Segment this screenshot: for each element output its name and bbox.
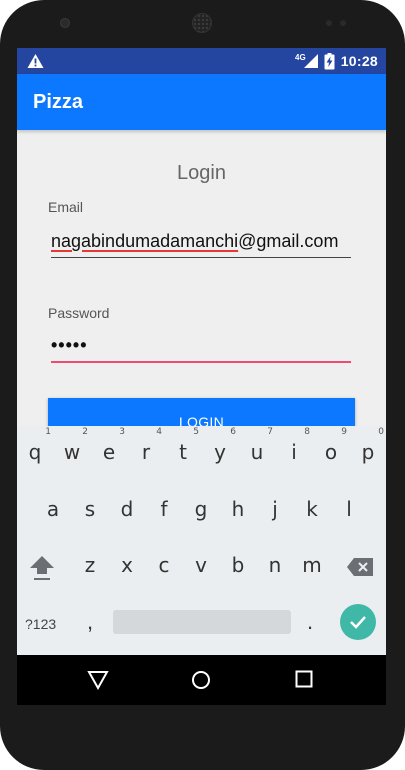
shift-icon[interactable] [27, 553, 57, 581]
key-label: i [291, 440, 297, 464]
key-m[interactable]: m [294, 553, 330, 577]
key-j[interactable]: j [257, 497, 293, 521]
space-key[interactable] [113, 610, 291, 634]
key-t[interactable]: 5t [165, 427, 201, 464]
key-c[interactable]: c [146, 553, 182, 577]
key-label: y [214, 440, 226, 464]
password-label: Password [48, 305, 110, 321]
backspace-icon[interactable] [347, 558, 373, 576]
key-label: o [324, 440, 338, 464]
phone-bezel-top [0, 0, 405, 48]
key-h[interactable]: h [220, 497, 256, 521]
soft-keyboard: 1q2w3e4r5t6y7u8i9o0p asdfghjkl zxcvbnm ?… [17, 426, 386, 656]
key-o[interactable]: 9o [313, 427, 349, 464]
key-y[interactable]: 6y [202, 427, 238, 464]
screen: 4G 10:28 Pizza Login Email nagabindumada… [17, 48, 386, 705]
app-title: Pizza [33, 91, 84, 113]
email-field[interactable]: nagabindumadamanchi@gmail.com [51, 231, 351, 258]
phone-frame: 4G 10:28 Pizza Login Email nagabindumada… [0, 0, 405, 770]
key-label: q [28, 440, 42, 464]
key-a[interactable]: a [35, 497, 71, 521]
app-bar: Pizza [17, 74, 386, 130]
email-text-misspelled: nagabindumadamanchi [51, 231, 239, 251]
key-d[interactable]: d [109, 497, 145, 521]
key-hint: 8 [304, 427, 310, 437]
key-u[interactable]: 7u [239, 427, 275, 464]
key-w[interactable]: 2w [54, 427, 90, 464]
key-r[interactable]: 4r [128, 427, 164, 464]
key-x[interactable]: x [109, 553, 145, 577]
recents-icon[interactable] [295, 670, 313, 688]
key-f[interactable]: f [146, 497, 182, 521]
key-hint: 4 [156, 427, 162, 437]
key-n[interactable]: n [257, 553, 293, 577]
key-hint: 6 [230, 427, 236, 437]
checkmark-icon [350, 616, 366, 629]
key-g[interactable]: g [183, 497, 219, 521]
back-icon[interactable] [87, 670, 109, 690]
battery-charging-icon [324, 52, 335, 69]
key-z[interactable]: z [72, 553, 108, 577]
status-clock: 10:28 [340, 53, 378, 69]
proximity-sensor [326, 20, 332, 26]
key-hint: 3 [119, 427, 125, 437]
earpiece-speaker [192, 13, 212, 33]
period-key[interactable]: . [307, 609, 313, 635]
front-camera [60, 18, 70, 28]
login-form: Login Email nagabindumadamanchi@gmail.co… [17, 130, 386, 438]
key-k[interactable]: k [294, 497, 330, 521]
key-s[interactable]: s [72, 497, 108, 521]
symbols-key[interactable]: ?123 [25, 616, 56, 632]
email-text-rest: @gmail.com [238, 231, 339, 251]
key-hint: 0 [378, 427, 384, 437]
key-hint: 7 [267, 427, 273, 437]
key-hint: 9 [341, 427, 347, 437]
key-label: r [141, 440, 151, 464]
network-type: 4G [295, 52, 306, 62]
status-indicators: 4G 10:28 [295, 48, 378, 74]
email-label: Email [48, 199, 84, 215]
key-hint: 5 [193, 427, 199, 437]
login-heading: Login [177, 162, 226, 184]
key-q[interactable]: 1q [17, 427, 53, 464]
password-field[interactable]: ••••• [51, 335, 351, 363]
status-bar: 4G 10:28 [17, 48, 386, 74]
key-label: e [102, 440, 116, 464]
key-hint: 1 [45, 427, 51, 437]
key-e[interactable]: 3e [91, 427, 127, 464]
key-p[interactable]: 0p [350, 427, 386, 464]
light-sensor [340, 20, 346, 26]
key-b[interactable]: b [220, 553, 256, 577]
key-label: p [361, 440, 375, 464]
home-icon[interactable] [191, 670, 211, 690]
key-l[interactable]: l [331, 497, 367, 521]
navigation-bar [17, 655, 386, 705]
key-hint: 2 [82, 427, 88, 437]
comma-key[interactable]: , [87, 609, 93, 635]
key-v[interactable]: v [183, 553, 219, 577]
done-key[interactable] [340, 604, 376, 640]
key-label: u [250, 440, 264, 464]
key-label: t [179, 440, 187, 464]
warning-icon [27, 54, 44, 68]
key-label: w [63, 440, 81, 464]
key-i[interactable]: 8i [276, 427, 312, 464]
